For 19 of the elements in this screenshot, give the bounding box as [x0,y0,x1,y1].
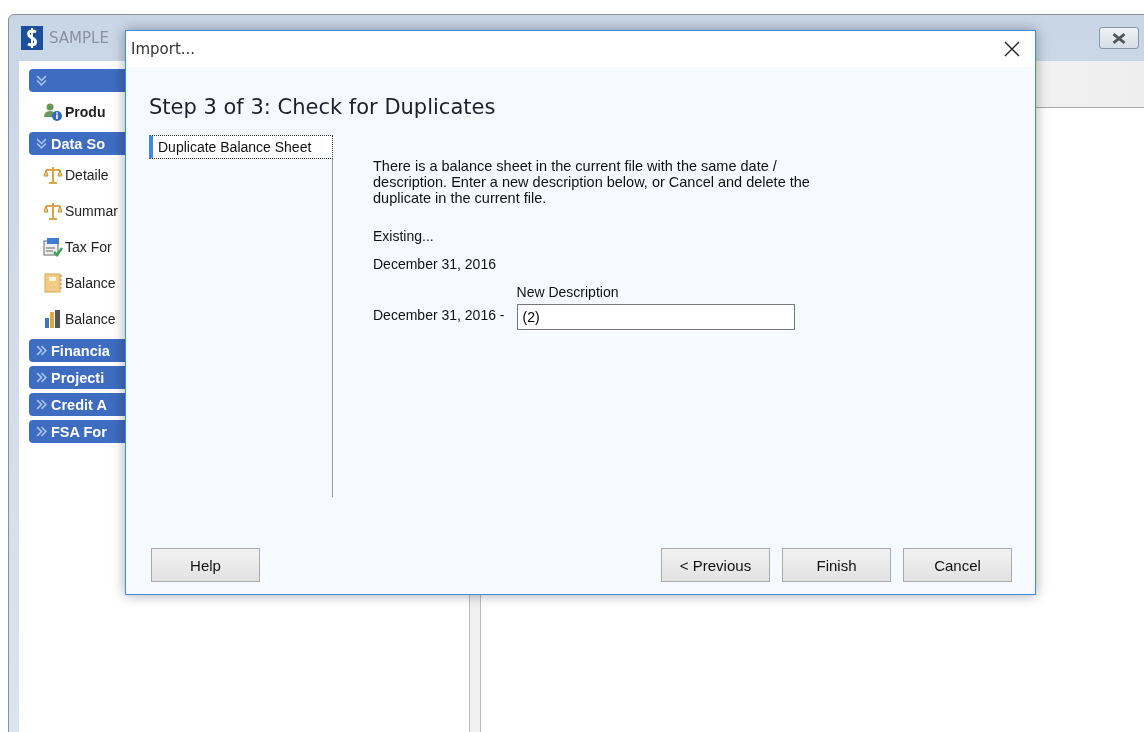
existing-date: December 31, 2016 [373,256,497,272]
nav-item-label: Balance [65,275,116,291]
section-title: Data So [51,135,105,152]
date-prefix: December 31, 2016 - [373,307,505,325]
step-heading: Step 3 of 3: Check for Duplicates [149,95,497,121]
section-title: FSA For [51,423,107,440]
dialog-title: Import... [131,40,197,58]
section-title: Projecti [51,369,105,386]
nav-item-label: Balance [65,311,116,327]
nav-item-label: Detaile [65,167,109,183]
nav-item-label: Summar [65,203,118,219]
section-title: Financia [51,342,110,359]
existing-label: Existing... [373,228,435,244]
nav-item-label: Tax For [65,239,112,255]
field-label: New Description [516,284,620,300]
section-title: Credit A [51,396,107,413]
app-title: SAMPLE [49,29,109,47]
nav-item-label: Produ [65,104,106,120]
message-text: There is a balance sheet in the current file with the same date / description. Enter a new description below, or Cancel and delete the duplicate in the current file. [373,158,811,206]
